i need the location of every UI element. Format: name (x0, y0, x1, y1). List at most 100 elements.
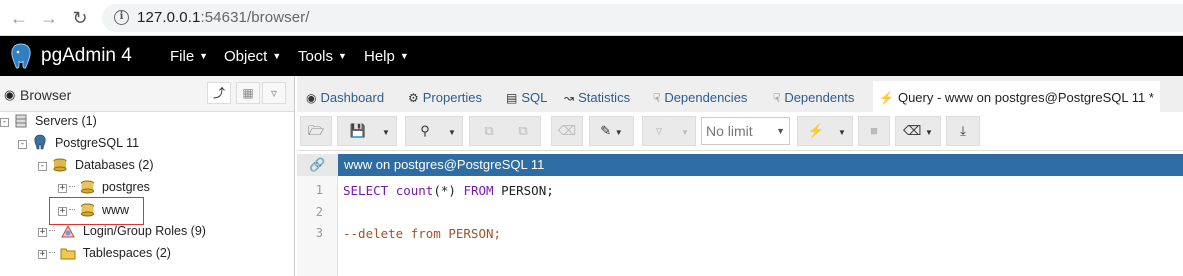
expand-icon[interactable]: + (58, 184, 67, 193)
view-data-button[interactable]: ▦ (236, 82, 260, 104)
tab-statistics[interactable]: ↝ Statistics (564, 81, 630, 112)
reload-icon[interactable]: ↻ (69, 7, 91, 29)
line-number: 3 (315, 226, 323, 240)
tab-label: Query - www on postgres@PostgreSQL 11 * (897, 90, 1154, 105)
menu-tools-label: Tools (298, 48, 334, 65)
filter-icon[interactable]: ▿ (643, 117, 675, 145)
menu-tools[interactable]: Tools ▼ (298, 48, 347, 65)
tree-item-label: Servers (1) (34, 114, 97, 128)
execute-dropdown-caret-icon[interactable]: ▼ (832, 117, 852, 145)
menu-help[interactable]: Help ▼ (364, 48, 409, 65)
save-icon[interactable]: 💾 (340, 117, 376, 145)
folder-icon (60, 248, 76, 260)
app-header: pgAdmin 4 File ▼ Object ▼ Tools ▼ Help ▼ (0, 36, 1183, 76)
query-connection-bar: 🔗 www on postgres@PostgreSQL 11 (297, 154, 1183, 176)
menu-object[interactable]: Object ▼ (224, 48, 281, 65)
filter-dropdown-caret-icon[interactable]: ▼ (675, 117, 695, 145)
tree-connector (49, 230, 55, 231)
tree-item-databases[interactable]: - Databases (2) (38, 154, 153, 176)
open-file-group: 🗁 (300, 116, 332, 146)
line-number: 2 (315, 205, 323, 219)
tab-dependencies[interactable]: ☟ Dependencies (653, 81, 747, 112)
execute-bolt-icon[interactable]: ⚡ (800, 117, 832, 145)
connection-link-icon[interactable]: 🔗 (297, 154, 338, 176)
back-arrow-icon[interactable]: ← (8, 7, 30, 29)
function-count: count (395, 183, 434, 198)
url-path: :54631/browser/ (200, 9, 310, 26)
expand-icon[interactable]: + (38, 250, 47, 259)
collapse-icon[interactable]: - (18, 140, 27, 149)
gears-icon: ⚙ (408, 91, 419, 105)
caret-down-icon: ▼ (272, 51, 282, 61)
eraser-dropdown-icon[interactable]: ⌫ ▼ (896, 117, 940, 145)
file-icon: ▤ (506, 91, 518, 105)
menu-file[interactable]: File ▼ (170, 48, 208, 65)
sql-editor[interactable]: 1 2 3 SELECT count(*) FROM PERSON; --del… (297, 176, 1183, 276)
elephant-icon (34, 134, 47, 150)
paste-icon[interactable]: ⧉ (506, 117, 540, 145)
edit-dropdown-icon[interactable]: ✎ ▼ (590, 117, 633, 145)
tree-item-postgresql-11[interactable]: - PostgreSQL 11 (18, 132, 139, 154)
stop-group: ■ (858, 116, 890, 146)
tab-properties[interactable]: ⚙ Properties (408, 81, 482, 112)
delete-group: ⌫ (551, 116, 583, 146)
collapse-icon[interactable]: - (0, 118, 9, 127)
trash-icon[interactable]: ⌫ (552, 117, 582, 145)
caret-down-icon: ▼ (399, 51, 409, 61)
binoculars-icon: ◉ (4, 87, 16, 102)
url-host: 127.0.0.1 (137, 9, 201, 26)
tab-label: Properties (422, 90, 483, 105)
line-chart-icon: ↝ (564, 91, 575, 105)
stop-icon[interactable]: ■ (859, 117, 889, 145)
tree-connector (49, 252, 55, 253)
save-dropdown-caret-icon[interactable]: ▼ (376, 117, 396, 145)
tab-dependents[interactable]: ☟ Dependents (773, 81, 854, 112)
line-number: 1 (315, 183, 323, 197)
caret-down-icon: ▼ (199, 51, 209, 61)
tree-item-postgres[interactable]: + postgres (58, 176, 150, 198)
brand-title: pgAdmin 4 (41, 45, 132, 66)
row-limit-value: No limit (706, 123, 753, 139)
save-group: 💾 ▼ (337, 116, 397, 146)
table-name: PERSON; (493, 183, 554, 198)
tab-query[interactable]: ⚡ Query - www on postgres@PostgreSQL 11 * (873, 81, 1160, 112)
expand-icon[interactable]: + (38, 228, 47, 237)
menu-file-label: File (170, 48, 195, 65)
find-dropdown-caret-icon[interactable]: ▼ (442, 117, 462, 145)
url-field[interactable]: i 127.0.0.1:54631/browser/ (102, 4, 1183, 32)
tab-dashboard[interactable]: ◉ Dashboard (306, 81, 384, 112)
info-icon[interactable]: i (114, 10, 129, 25)
tree-item-label: postgres (101, 180, 150, 194)
url-text[interactable]: 127.0.0.1:54631/browser/ (137, 9, 310, 26)
keyword-select: SELECT (343, 183, 389, 198)
tab-label: Dependencies (664, 90, 748, 105)
forward-arrow-icon[interactable]: → (38, 7, 60, 29)
databases-icon (53, 158, 67, 172)
tree-item-servers[interactable]: - Servers (1) (0, 110, 97, 132)
database-icon (81, 180, 95, 194)
tree-item-login-group-roles[interactable]: + Login/Group Roles (9) (38, 220, 206, 242)
copy-icon[interactable]: ⧉ (472, 117, 506, 145)
row-limit-select[interactable]: No limit ▼ (701, 117, 790, 145)
servers-icon (15, 114, 27, 128)
tab-sql[interactable]: ▤ SQL (506, 81, 547, 112)
search-icon[interactable]: ⚲ (408, 117, 442, 145)
filter-button[interactable]: ▿ (262, 82, 286, 104)
filter-group: ▿ ▼ (642, 116, 696, 146)
browser-address-bar: ← → ↻ i 127.0.0.1:54631/browser/ (0, 0, 1183, 36)
tab-label: Dependents (784, 90, 855, 105)
download-icon[interactable]: ⤓ (947, 117, 979, 145)
browser-panel-header: ◉ Browser ⤴ ▦ ▿ (0, 76, 294, 112)
code-line-1[interactable]: SELECT count(*) FROM PERSON; (343, 183, 554, 198)
menu-object-label: Object (224, 48, 268, 65)
open-folder-icon[interactable]: 🗁 (301, 117, 331, 145)
tree-item-tablespaces[interactable]: + Tablespaces (2) (38, 242, 171, 264)
tab-bar: ◉ Dashboard ⚙ Properties ▤ SQL ↝ Statistics … (297, 76, 1183, 112)
query-connection-title: www on postgres@PostgreSQL 11 (344, 157, 545, 172)
browser-panel-title: Browser (20, 87, 72, 103)
select-caret-icon: ▼ (776, 126, 785, 136)
collapse-icon[interactable]: - (38, 162, 47, 171)
query-tool-button[interactable]: ⤴ (207, 82, 231, 104)
tab-label: Statistics (578, 90, 631, 105)
code-line-3-comment[interactable]: --delete from PERSON; (343, 226, 501, 241)
